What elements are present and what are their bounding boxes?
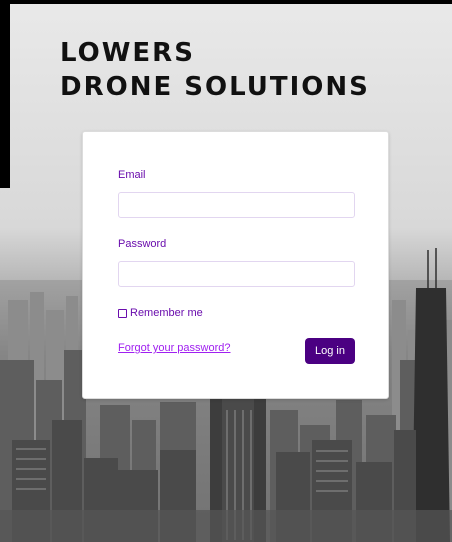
email-label: Email: [118, 169, 146, 181]
login-card: Email Password Remember me Forgot your p…: [82, 131, 389, 399]
remember-checkbox[interactable]: [118, 308, 127, 318]
remember-label: Remember me: [130, 307, 203, 319]
password-field[interactable]: [118, 261, 355, 287]
brand-line-1: LOWERS: [60, 38, 195, 68]
log-in-button[interactable]: Log in: [305, 338, 355, 364]
brand-logo: LOWERS DRONE SOLUTIONS: [60, 36, 370, 104]
brand-line-2: DRONE SOLUTIONS: [60, 72, 370, 102]
forgot-password-link[interactable]: Forgot your password?: [118, 342, 231, 354]
email-field[interactable]: [118, 192, 355, 218]
page-background: LOWERS DRONE SOLUTIONS Email Password Re…: [0, 0, 452, 542]
remember-me[interactable]: Remember me: [118, 307, 203, 319]
password-label: Password: [118, 238, 167, 250]
